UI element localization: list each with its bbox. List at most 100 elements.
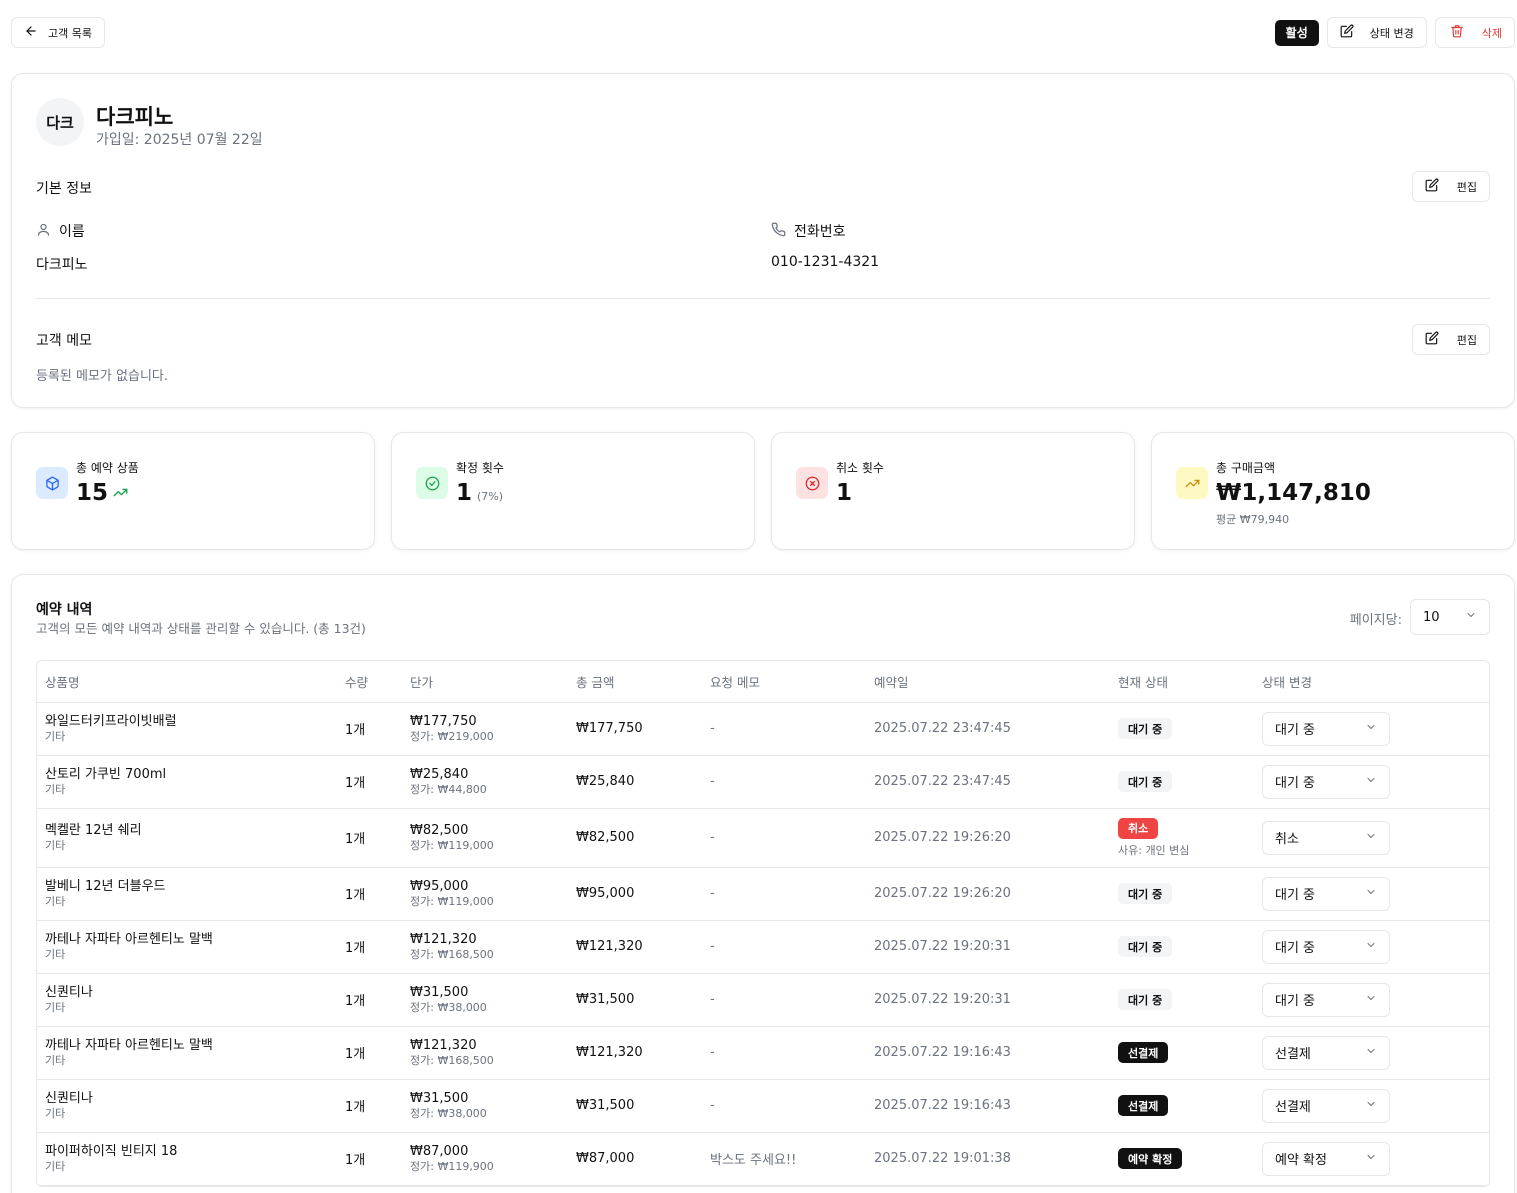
stat-card-cancelled: 취소 횟수 1 bbox=[771, 432, 1135, 550]
product-name[interactable]: 파이퍼하이직 빈티지 18 bbox=[45, 1143, 337, 1160]
column-header[interactable]: 수량 bbox=[337, 661, 402, 703]
column-header[interactable]: 현재 상태 bbox=[1110, 661, 1254, 703]
status-change-cell: 취소 bbox=[1254, 808, 1489, 868]
current-status-cell: 대기 중 bbox=[1110, 973, 1254, 1027]
column-header[interactable]: 상태 변경 bbox=[1254, 661, 1489, 703]
product-category: 기타 bbox=[45, 1107, 66, 1120]
status-select[interactable]: 대기 중 bbox=[1262, 764, 1390, 799]
total-amount-cell: ₩82,500 bbox=[568, 808, 702, 868]
quantity-cell: 1개 bbox=[337, 867, 402, 921]
unit-price-cell: ₩25,840 정가: ₩44,800 bbox=[402, 755, 568, 809]
product-name[interactable]: 와일드터키프라이빗배럴 bbox=[45, 713, 337, 730]
back-to-list-button[interactable]: 고객 목록 bbox=[11, 17, 105, 48]
unit-price: ₩121,320 bbox=[410, 1038, 477, 1053]
product-cell: 까테나 자파타 아르헨티노 말백 기타 bbox=[37, 920, 337, 974]
quantity-cell: 1개 bbox=[337, 920, 402, 974]
edit-label: 편집 bbox=[1456, 180, 1477, 194]
edit-basic-info-button[interactable]: 편집 bbox=[1411, 171, 1490, 202]
edit-memo-button[interactable]: 편집 bbox=[1411, 324, 1490, 355]
status-select[interactable]: 선결제 bbox=[1262, 1088, 1390, 1123]
current-status-cell: 예약 확정 bbox=[1110, 1132, 1254, 1186]
status-select[interactable]: 대기 중 bbox=[1262, 711, 1390, 746]
name-value: 다크피노 bbox=[36, 257, 88, 273]
total-amount-cell: ₩121,320 bbox=[568, 1026, 702, 1080]
product-category: 기타 bbox=[45, 1001, 66, 1014]
request-memo-cell: - bbox=[702, 1079, 866, 1133]
request-memo-cell: - bbox=[702, 973, 866, 1027]
regular-price: 정가: ₩38,000 bbox=[410, 1001, 487, 1014]
status-badge: 대기 중 bbox=[1118, 718, 1173, 739]
reservations-table: 상품명 수량 단가 총 금액 요청 메모 예약일 현재 상태 상태 변경 와일드… bbox=[36, 660, 1490, 1187]
total-amount-cell: ₩31,500 bbox=[568, 1079, 702, 1133]
chevron-down-icon bbox=[1465, 609, 1477, 625]
column-header[interactable]: 예약일 bbox=[866, 661, 1110, 703]
customer-profile-card: 다크 다크피노 가입일: 2025년 07월 22일 기본 정보 편집 이름 다… bbox=[11, 73, 1515, 408]
status-badge: 대기 중 bbox=[1118, 989, 1173, 1010]
edit-icon bbox=[1340, 24, 1354, 41]
status-select[interactable]: 예약 확정 bbox=[1262, 1141, 1390, 1176]
reservation-date-cell: 2025.07.22 19:26:20 bbox=[866, 808, 1110, 868]
stat-value: 15 bbox=[76, 480, 128, 506]
stat-value: 1 (7%) bbox=[456, 480, 503, 506]
divider bbox=[36, 298, 1490, 299]
unit-price-cell: ₩177,750 정가: ₩219,000 bbox=[402, 702, 568, 756]
phone-field-label: 전화번호 bbox=[771, 221, 846, 241]
stat-card-confirmed: 확정 횟수 1 (7%) bbox=[391, 432, 755, 550]
chevron-down-icon bbox=[1365, 992, 1377, 1008]
product-category: 기타 bbox=[45, 730, 66, 743]
regular-price: 정가: ₩119,900 bbox=[410, 1160, 494, 1173]
product-name[interactable]: 신퀀티나 bbox=[45, 984, 337, 1001]
status-select[interactable]: 취소 bbox=[1262, 820, 1390, 855]
per-page-select[interactable]: 10 bbox=[1410, 599, 1490, 635]
delete-customer-button[interactable]: 삭제 bbox=[1434, 17, 1515, 48]
column-header[interactable]: 요청 메모 bbox=[702, 661, 866, 703]
quantity-cell: 1개 bbox=[337, 755, 402, 809]
request-memo-cell: 박스도 주세요!! bbox=[702, 1132, 866, 1186]
column-header[interactable]: 단가 bbox=[402, 661, 568, 703]
status-select[interactable]: 대기 중 bbox=[1262, 929, 1390, 964]
product-name[interactable]: 발베니 12년 더블우드 bbox=[45, 878, 337, 895]
regular-price: 정가: ₩119,000 bbox=[410, 839, 494, 852]
avatar: 다크 bbox=[36, 98, 84, 146]
product-name[interactable]: 까테나 자파타 아르헨티노 말백 bbox=[45, 1037, 337, 1054]
check-circle-icon bbox=[416, 467, 448, 499]
status-select-value: 대기 중 bbox=[1275, 776, 1316, 791]
status-select[interactable]: 대기 중 bbox=[1262, 876, 1390, 911]
status-change-cell: 대기 중 bbox=[1254, 702, 1489, 756]
status-badge: 대기 중 bbox=[1118, 936, 1173, 957]
status-select-value: 대기 중 bbox=[1275, 994, 1316, 1009]
edit-icon bbox=[1425, 331, 1439, 348]
join-date: 가입일: 2025년 07월 22일 bbox=[96, 132, 263, 148]
status-select[interactable]: 대기 중 bbox=[1262, 982, 1390, 1017]
current-status-cell: 대기 중 bbox=[1110, 755, 1254, 809]
reservation-date-cell: 2025.07.22 19:20:31 bbox=[866, 973, 1110, 1027]
status-badge: 선결제 bbox=[1118, 1042, 1169, 1063]
product-name[interactable]: 멕켈란 12년 쉐리 bbox=[45, 822, 337, 839]
status-select[interactable]: 선결제 bbox=[1262, 1035, 1390, 1070]
current-status-cell: 취소 사유: 개인 변심 bbox=[1110, 808, 1254, 868]
unit-price: ₩95,000 bbox=[410, 879, 469, 894]
status-badge: 선결제 bbox=[1118, 1095, 1169, 1116]
current-status-cell: 선결제 bbox=[1110, 1026, 1254, 1080]
column-header[interactable]: 상품명 bbox=[37, 661, 337, 703]
product-category: 기타 bbox=[45, 783, 66, 796]
product-cell: 신퀀티나 기타 bbox=[37, 973, 337, 1027]
table-row: 발베니 12년 더블우드 기타 1개 ₩95,000 정가: ₩119,000 ₩95,0… bbox=[37, 867, 1489, 921]
unit-price-cell: ₩121,320 정가: ₩168,500 bbox=[402, 1026, 568, 1080]
product-name[interactable]: 까테나 자파타 아르헨티노 말백 bbox=[45, 931, 337, 948]
unit-price-cell: ₩95,000 정가: ₩119,000 bbox=[402, 867, 568, 921]
total-amount-cell: ₩177,750 bbox=[568, 702, 702, 756]
product-name[interactable]: 신퀀티나 bbox=[45, 1090, 337, 1107]
reservation-date-cell: 2025.07.22 19:26:20 bbox=[866, 867, 1110, 921]
product-name[interactable]: 산토리 가쿠빈 700ml bbox=[45, 766, 337, 783]
change-status-button[interactable]: 상태 변경 bbox=[1326, 17, 1427, 48]
unit-price: ₩82,500 bbox=[410, 823, 469, 838]
quantity-cell: 1개 bbox=[337, 1132, 402, 1186]
stat-number: 1 bbox=[456, 480, 473, 506]
memo-empty-text: 등록된 메모가 없습니다. bbox=[36, 369, 168, 384]
current-status-cell: 대기 중 bbox=[1110, 867, 1254, 921]
column-header[interactable]: 총 금액 bbox=[568, 661, 702, 703]
product-cell: 까테나 자파타 아르헨티노 말백 기타 bbox=[37, 1026, 337, 1080]
trending-up-icon bbox=[1176, 467, 1208, 499]
package-icon bbox=[36, 467, 68, 499]
